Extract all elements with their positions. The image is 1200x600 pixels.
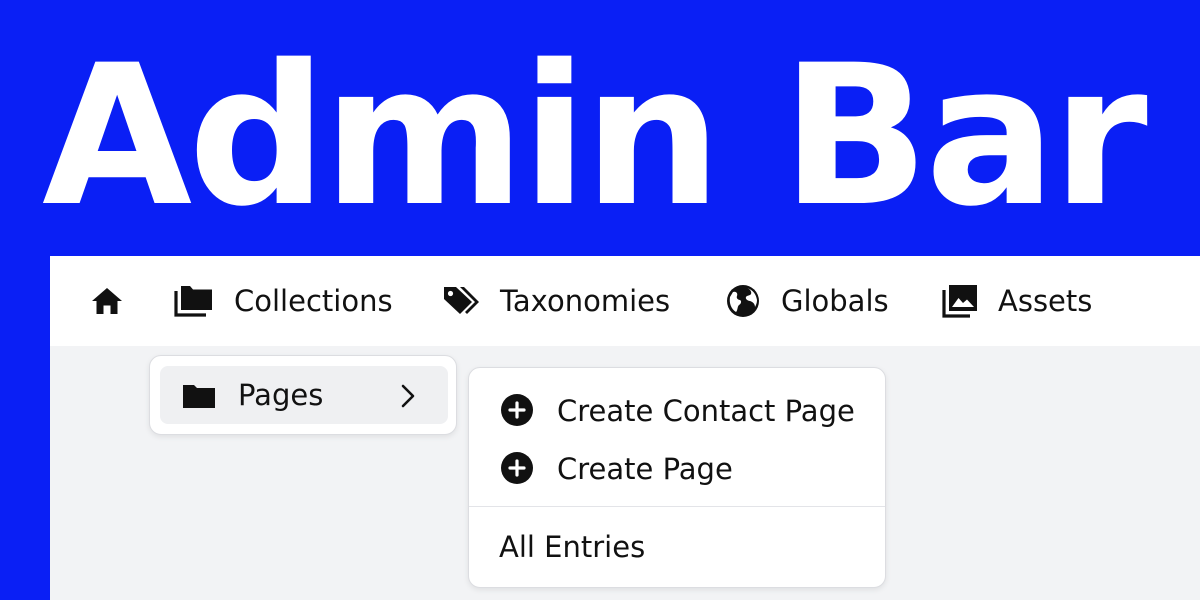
nav-label-taxonomies: Taxonomies	[500, 284, 671, 318]
submenu-divider	[469, 506, 885, 507]
nav-item-assets[interactable]: Assets	[942, 256, 1092, 346]
create-contact-page-action[interactable]: Create Contact Page	[469, 384, 885, 436]
pages-submenu: Create Contact Page Create Page All Entr…	[468, 367, 886, 588]
nav-label-assets: Assets	[998, 284, 1093, 318]
menu-item-pages[interactable]: Pages	[160, 366, 448, 424]
plus-circle-icon	[501, 452, 533, 491]
page-canvas: Collections Taxonomies Globals Assets Pa…	[50, 256, 1200, 600]
home-icon	[90, 285, 124, 317]
menu-item-pages-label: Pages	[238, 378, 324, 412]
create-contact-page-label: Create Contact Page	[557, 394, 855, 428]
collections-folder-icon	[174, 284, 214, 318]
nav-label-collections: Collections	[234, 284, 393, 318]
plus-circle-icon	[501, 394, 533, 433]
admin-bar: Collections Taxonomies Globals Assets	[50, 256, 1200, 346]
create-page-label: Create Page	[557, 452, 733, 486]
hero-title: Admin Bar	[42, 23, 1148, 249]
tags-icon	[442, 285, 480, 317]
all-entries-link[interactable]: All Entries	[499, 530, 645, 564]
nav-item-taxonomies[interactable]: Taxonomies	[442, 256, 670, 346]
create-page-action[interactable]: Create Page	[469, 442, 885, 494]
nav-item-collections[interactable]: Collections	[174, 256, 393, 346]
images-icon	[942, 284, 978, 318]
globe-icon	[725, 283, 761, 319]
folder-icon	[182, 383, 216, 413]
collections-dropdown: Pages	[149, 355, 457, 435]
home-link[interactable]	[90, 256, 124, 346]
nav-label-globals: Globals	[781, 284, 889, 318]
nav-item-globals[interactable]: Globals	[725, 256, 889, 346]
chevron-right-icon	[400, 384, 416, 412]
